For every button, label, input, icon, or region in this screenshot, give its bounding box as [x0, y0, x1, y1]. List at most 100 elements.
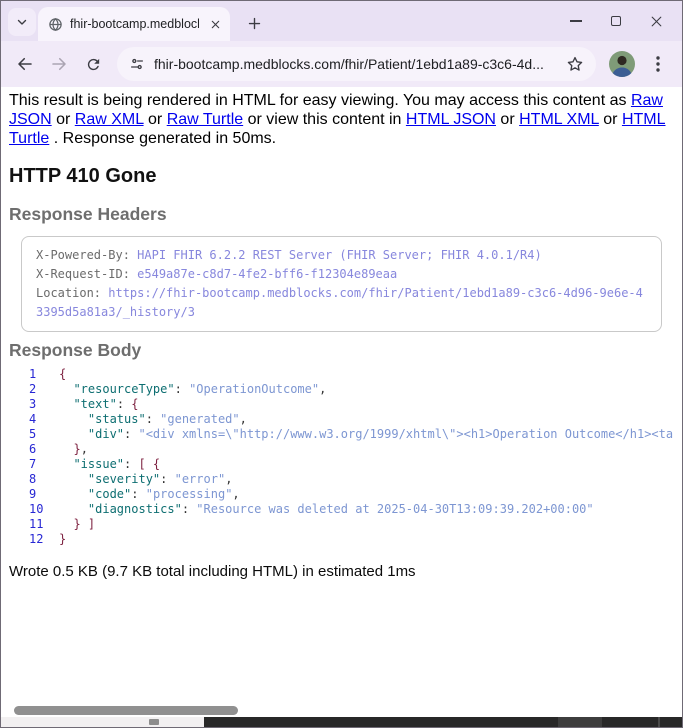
code-text: "status": "generated",	[59, 412, 247, 427]
close-button[interactable]	[636, 5, 676, 37]
reload-icon	[85, 56, 102, 73]
maximize-icon	[611, 16, 621, 26]
back-button[interactable]	[9, 48, 41, 80]
back-arrow-icon	[16, 55, 34, 73]
active-tab[interactable]: fhir-bootcamp.medblocks.com/	[38, 7, 230, 41]
line-number: 5	[29, 427, 59, 442]
browser-toolbar: fhir-bootcamp.medblocks.com/fhir/Patient…	[1, 41, 682, 87]
globe-icon	[48, 17, 63, 32]
forward-button[interactable]	[43, 48, 75, 80]
intro-text: or view this content in	[243, 111, 406, 128]
minimize-icon	[570, 20, 582, 22]
scrollbar-thumb[interactable]	[14, 706, 238, 715]
reload-button[interactable]	[77, 48, 109, 80]
code-text: } ]	[59, 517, 95, 532]
code-text: "diagnostics": "Resource was deleted at …	[59, 502, 594, 517]
code-line: 2 "resourceType": "OperationOutcome",	[9, 382, 674, 397]
response-header-row: Location: https://fhir-bootcamp.medblock…	[36, 284, 647, 322]
header-name: X-Powered-By:	[36, 248, 130, 262]
taskbar-strip	[1, 717, 682, 727]
code-line: 1{	[9, 367, 674, 382]
code-text: "resourceType": "OperationOutcome",	[59, 382, 326, 397]
header-name: X-Request-ID:	[36, 267, 130, 281]
response-headers-heading: Response Headers	[9, 204, 674, 225]
line-number: 12	[29, 532, 59, 547]
line-number: 10	[29, 502, 59, 517]
code-line: 4 "status": "generated",	[9, 412, 674, 427]
intro-text: or	[599, 111, 622, 128]
browser-window: fhir-bootcamp.medblocks.com/	[0, 0, 683, 728]
chevron-down-icon	[15, 15, 29, 29]
intro-link[interactable]: Raw XML	[75, 111, 144, 128]
code-line: 8 "severity": "error",	[9, 472, 674, 487]
url-bar[interactable]: fhir-bootcamp.medblocks.com/fhir/Patient…	[117, 47, 596, 81]
header-name: Location:	[36, 286, 101, 300]
header-value: https://fhir-bootcamp.medblocks.com/fhir…	[36, 286, 643, 319]
response-header-row: X-Powered-By: HAPI FHIR 6.2.2 REST Serve…	[36, 246, 647, 265]
taskbar-divider	[658, 717, 660, 727]
code-line: 9 "code": "processing",	[9, 487, 674, 502]
plus-icon	[247, 16, 262, 31]
line-number: 6	[29, 442, 59, 457]
line-number: 8	[29, 472, 59, 487]
code-line: 5 "div": "<div xmlns=\"http://www.w3.org…	[9, 427, 674, 442]
intro-text: or	[496, 111, 519, 128]
code-text: "div": "<div xmlns=\"http://www.w3.org/1…	[59, 427, 673, 442]
tab-strip: fhir-bootcamp.medblocks.com/	[1, 1, 682, 41]
intro-text: This result is being rendered in HTML fo…	[9, 92, 631, 109]
window-controls	[556, 5, 676, 37]
line-number: 1	[29, 367, 59, 382]
response-headers-box: X-Powered-By: HAPI FHIR 6.2.2 REST Serve…	[21, 236, 662, 332]
tab-close-icon[interactable]	[206, 15, 224, 33]
code-line: 6 },	[9, 442, 674, 457]
header-value: HAPI FHIR 6.2.2 REST Server (FHIR Server…	[130, 248, 542, 262]
code-text: "text": {	[59, 397, 139, 412]
intro-paragraph: This result is being rendered in HTML fo…	[9, 91, 674, 148]
line-number: 3	[29, 397, 59, 412]
url-text[interactable]: fhir-bootcamp.medblocks.com/fhir/Patient…	[154, 56, 557, 72]
code-text: "severity": "error",	[59, 472, 232, 487]
profile-avatar[interactable]	[609, 51, 635, 77]
code-line: 7 "issue": [ {	[9, 457, 674, 472]
intro-text: or	[52, 111, 75, 128]
code-line: 12}	[9, 532, 674, 547]
response-header-row: X-Request-ID: e549a87e-c8d7-4fe2-bff6-f1…	[36, 265, 647, 284]
line-number: 7	[29, 457, 59, 472]
horizontal-scrollbar[interactable]	[1, 704, 682, 717]
bookmark-star-icon[interactable]	[566, 55, 584, 73]
page-content: This result is being rendered in HTML fo…	[1, 87, 682, 717]
code-text: "issue": [ {	[59, 457, 160, 472]
intro-link[interactable]: HTML XML	[519, 111, 599, 128]
taskbar-dark-segment	[204, 717, 682, 727]
code-text: }	[59, 532, 66, 547]
line-number: 4	[29, 412, 59, 427]
taskbar-light-segment	[1, 717, 204, 727]
maximize-button[interactable]	[596, 5, 636, 37]
taskbar-window-sliver	[558, 717, 602, 727]
line-number: 11	[29, 517, 59, 532]
code-line: 11 } ]	[9, 517, 674, 532]
menu-dots-icon[interactable]	[642, 48, 674, 80]
intro-text: or	[144, 111, 167, 128]
intro-link[interactable]: Raw Turtle	[167, 111, 243, 128]
header-value: e549a87e-c8d7-4fe2-bff6-f12304e89eaa	[130, 267, 397, 281]
response-body-heading: Response Body	[9, 340, 674, 361]
forward-arrow-icon	[50, 55, 68, 73]
line-number: 2	[29, 382, 59, 397]
tab-search-button[interactable]	[8, 8, 36, 36]
code-line: 10 "diagnostics": "Resource was deleted …	[9, 502, 674, 517]
taskbar-app-icon	[149, 719, 159, 725]
response-body-code: 1{2 "resourceType": "OperationOutcome",3…	[9, 367, 674, 547]
minimize-button[interactable]	[556, 5, 596, 37]
tab-title: fhir-bootcamp.medblocks.com/	[70, 17, 199, 31]
intro-text: . Response generated in 50ms.	[49, 130, 276, 147]
status-heading: HTTP 410 Gone	[9, 165, 674, 188]
code-text: },	[59, 442, 88, 457]
code-text: {	[59, 367, 66, 382]
code-text: "code": "processing",	[59, 487, 240, 502]
code-line: 3 "text": {	[9, 397, 674, 412]
site-settings-icon[interactable]	[129, 56, 145, 72]
new-tab-button[interactable]	[240, 9, 268, 37]
intro-link[interactable]: HTML JSON	[406, 111, 496, 128]
footer-note: Wrote 0.5 KB (9.7 KB total including HTM…	[9, 563, 674, 580]
